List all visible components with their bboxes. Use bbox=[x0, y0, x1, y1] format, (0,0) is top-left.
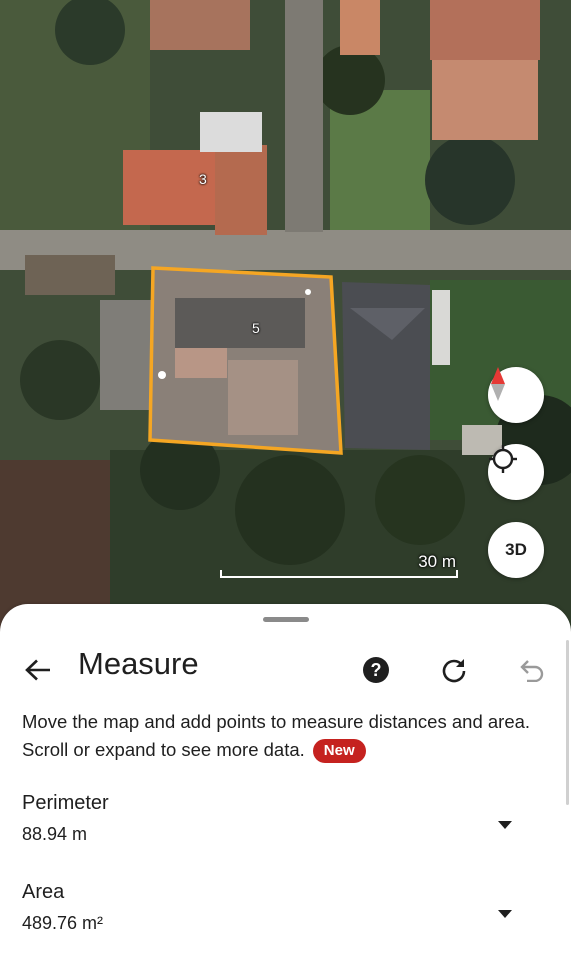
scale-line bbox=[220, 570, 458, 578]
undo-button[interactable] bbox=[512, 650, 552, 690]
arrow-back-icon bbox=[25, 659, 50, 681]
help-icon: ? bbox=[363, 657, 389, 683]
area-label: Area bbox=[22, 881, 65, 903]
perimeter-row[interactable]: Perimeter 88.94 m bbox=[0, 792, 571, 862]
sheet-toolbar: Measure ? bbox=[0, 640, 571, 696]
my-location-icon bbox=[489, 445, 517, 473]
refresh-icon bbox=[442, 659, 466, 683]
scale-bar: 30 m bbox=[220, 548, 460, 582]
help-button[interactable]: ? bbox=[356, 650, 396, 690]
scale-label: 30 m bbox=[418, 552, 456, 571]
measure-point bbox=[158, 371, 166, 379]
instructions-copy: Move the map and add points to measure d… bbox=[22, 711, 531, 760]
perimeter-label: Perimeter bbox=[22, 792, 109, 814]
satellite-map[interactable]: 3 5 3D 30 m bbox=[0, 0, 571, 640]
svg-text:?: ? bbox=[371, 660, 382, 680]
chevron-down-icon[interactable] bbox=[494, 903, 516, 925]
3d-button[interactable]: 3D bbox=[488, 522, 544, 578]
drag-handle[interactable] bbox=[263, 617, 309, 622]
new-badge: New bbox=[312, 739, 366, 763]
chevron-down-icon[interactable] bbox=[494, 814, 516, 836]
compass-button[interactable] bbox=[488, 367, 544, 423]
back-button[interactable] bbox=[18, 650, 58, 690]
area-row[interactable]: Area 489.76 m² bbox=[0, 881, 571, 951]
instructions-text: Move the map and add points to measure d… bbox=[22, 708, 542, 764]
perimeter-value: 88.94 m bbox=[22, 824, 88, 844]
measure-point bbox=[305, 289, 311, 295]
refresh-button[interactable] bbox=[434, 650, 474, 690]
my-location-button[interactable] bbox=[488, 444, 544, 500]
scrollbar[interactable] bbox=[566, 640, 569, 805]
compass-icon bbox=[491, 367, 505, 401]
area-value: 489.76 m² bbox=[22, 913, 104, 933]
house-number-label: 5 bbox=[252, 320, 260, 336]
page-title: Measure bbox=[78, 646, 199, 681]
map-imagery bbox=[0, 0, 571, 640]
measure-sheet: Measure ? Move the map and add points to… bbox=[0, 604, 571, 960]
undo-icon bbox=[520, 660, 544, 682]
house-number-label: 3 bbox=[199, 171, 207, 187]
